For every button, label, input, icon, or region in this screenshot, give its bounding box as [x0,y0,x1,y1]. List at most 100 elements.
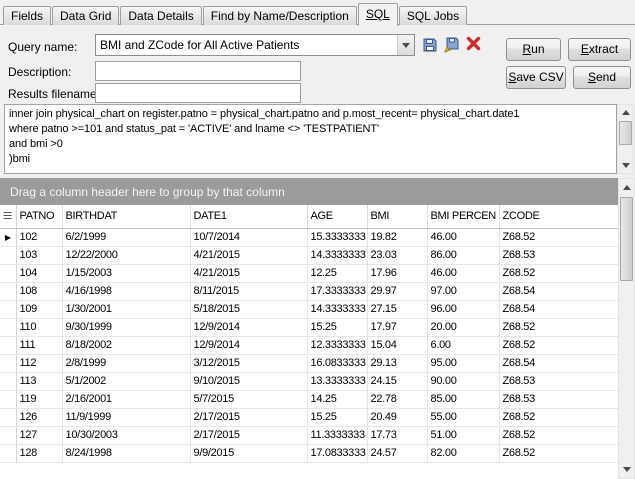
grid-cell[interactable]: Z68.52 [499,444,618,463]
scroll-down-icon[interactable] [618,158,633,173]
grid-cell[interactable]: Z68.52 [499,264,618,283]
grid-cell[interactable]: 15.25 [307,408,368,427]
description-input[interactable] [95,61,301,81]
query-name-select[interactable]: BMI and ZCode for All Active Patients [95,34,415,56]
grid-cell[interactable]: 46.00 [427,264,500,283]
save-query-button[interactable] [420,36,440,56]
grid-cell[interactable]: 127 [16,426,63,445]
grid-cell[interactable]: 82.00 [427,444,500,463]
grid-cell[interactable]: 29.13 [367,354,428,373]
grid-cell[interactable]: 113 [16,372,63,391]
table-row[interactable]: 119 2/16/2001 5/7/2015 14.25 22.78 85.00 Z68.5… [0,390,618,409]
grid-cell[interactable]: 9/9/2015 [190,444,308,463]
grid-cell[interactable]: 9/30/1999 [62,318,191,337]
grid-cell[interactable]: 24.57 [367,444,428,463]
grid-cell[interactable]: 16.0833333 [307,354,368,373]
grid-cell[interactable]: 126 [16,408,63,427]
grid-cell[interactable]: 2/17/2015 [190,426,308,445]
grid-cell[interactable]: 17.0833333 [307,444,368,463]
results-filename-input[interactable] [95,83,301,103]
run-button[interactable]: Run [506,38,561,61]
extract-button[interactable]: Extract [568,38,631,61]
column-header[interactable]: PATNO [16,205,63,229]
table-row[interactable]: 103 12/22/2000 4/21/2015 14.3333333 23.03 86.… [0,246,618,265]
grid-cell[interactable]: 8/11/2015 [190,282,308,301]
grid-cell[interactable]: 97.00 [427,282,500,301]
table-row[interactable]: 111 8/18/2002 12/9/2014 12.3333333 15.04 6.00… [0,336,618,355]
grid-scrollbar[interactable] [618,178,635,479]
grid-cell[interactable]: 85.00 [427,390,500,409]
grid-cell[interactable]: 119 [16,390,63,409]
grid-cell[interactable]: 8/18/2002 [62,336,191,355]
grid-cell[interactable]: Z68.52 [499,426,618,445]
grid-cell[interactable]: Z68.53 [499,390,618,409]
grid-cell[interactable]: 14.3333333 [307,300,368,319]
grid-cell[interactable]: 13.3333333 [307,372,368,391]
grid-cell[interactable]: Z68.54 [499,282,618,301]
grid-cell[interactable]: 112 [16,354,63,373]
column-header[interactable]: BIRTHDAT [62,205,191,229]
tab-sql-jobs[interactable]: SQL Jobs [398,6,468,25]
grid-cell[interactable]: 2/8/1999 [62,354,191,373]
scroll-up-icon[interactable] [619,180,634,195]
table-row[interactable]: 112 2/8/1999 3/12/2015 16.0833333 29.13 95.00… [0,354,618,373]
grid-cell[interactable]: 8/24/1998 [62,444,191,463]
scrollbar-thumb[interactable] [620,197,633,281]
grid-cell[interactable]: 4/16/1998 [62,282,191,301]
grid-cell[interactable]: 10/7/2014 [190,228,308,247]
grid-cell[interactable]: 12.3333333 [307,336,368,355]
grid-cell[interactable]: 90.00 [427,372,500,391]
grid-cell[interactable]: 104 [16,264,63,283]
grid-cell[interactable]: 51.00 [427,426,500,445]
table-row[interactable]: 104 1/15/2003 4/21/2015 12.25 17.96 46.00 Z68.… [0,264,618,283]
column-header[interactable]: DATE1 [190,205,308,229]
grid-cell[interactable]: 2/16/2001 [62,390,191,409]
table-row[interactable]: 127 10/30/2003 2/17/2015 11.3333333 17.73 51.… [0,426,618,445]
grid-cell[interactable]: 6/2/1999 [62,228,191,247]
grid-cell[interactable]: Z68.53 [499,246,618,265]
grid-cell[interactable]: 110 [16,318,63,337]
grid-cell[interactable]: 10/30/2003 [62,426,191,445]
save-as-query-button[interactable] [442,36,462,56]
table-row[interactable]: 110 9/30/1999 12/9/2014 15.25 17.97 20.00 Z68.… [0,318,618,337]
grid-cell[interactable]: Z68.52 [499,408,618,427]
group-by-panel[interactable]: Drag a column header here to group by th… [0,178,618,205]
scroll-down-icon[interactable] [619,462,634,477]
grid-cell[interactable]: 29.97 [367,282,428,301]
table-row[interactable]: ▶ 102 6/2/1999 10/7/2014 15.3333333 19.82 46.0… [0,228,618,247]
grid-cell[interactable]: 1/15/2003 [62,264,191,283]
grid-cell[interactable]: 11.3333333 [307,426,368,445]
tab-data-grid[interactable]: Data Grid [52,6,120,25]
tab-find-by-name-description[interactable]: Find by Name/Description [202,6,357,25]
table-row[interactable]: 126 11/9/1999 2/17/2015 15.25 20.49 55.00 Z68.… [0,408,618,427]
grid-cell[interactable]: 23.03 [367,246,428,265]
grid-cell[interactable]: 19.82 [367,228,428,247]
grid-cell[interactable]: 12/22/2000 [62,246,191,265]
table-row[interactable]: 108 4/16/1998 8/11/2015 17.3333333 29.97 97.0… [0,282,618,301]
grid-cell[interactable]: 12/9/2014 [190,336,308,355]
column-header[interactable]: BMI PERCEN [427,205,500,229]
sql-line[interactable]: inner join physical_chart on register.pa… [9,107,612,122]
grid-cell[interactable]: 17.73 [367,426,428,445]
grid-cell[interactable]: Z68.52 [499,228,618,247]
grid-cell[interactable]: 103 [16,246,63,265]
grid-cell[interactable]: 109 [16,300,63,319]
grid-cell[interactable]: 17.96 [367,264,428,283]
table-row[interactable]: 113 5/1/2002 9/10/2015 13.3333333 24.15 90.00… [0,372,618,391]
grid-cell[interactable]: 22.78 [367,390,428,409]
grid-cell[interactable]: 20.00 [427,318,500,337]
grid-cell[interactable]: 12.25 [307,264,368,283]
grid-cell[interactable]: 24.15 [367,372,428,391]
grid-cell[interactable]: 3/12/2015 [190,354,308,373]
grid-cell[interactable]: 5/7/2015 [190,390,308,409]
grid-cell[interactable]: 128 [16,444,63,463]
tab-data-details[interactable]: Data Details [120,6,202,25]
grid-cell[interactable]: 15.25 [307,318,368,337]
tab-sql[interactable]: SQL [357,3,398,26]
table-row[interactable]: 109 1/30/2001 5/18/2015 14.3333333 27.15 96.0… [0,300,618,319]
grid-cell[interactable]: 9/10/2015 [190,372,308,391]
grid-cell[interactable]: 17.3333333 [307,282,368,301]
grid-cell[interactable]: Z68.54 [499,300,618,319]
grid-cell[interactable]: 12/9/2014 [190,318,308,337]
column-header[interactable]: BMI [367,205,428,229]
